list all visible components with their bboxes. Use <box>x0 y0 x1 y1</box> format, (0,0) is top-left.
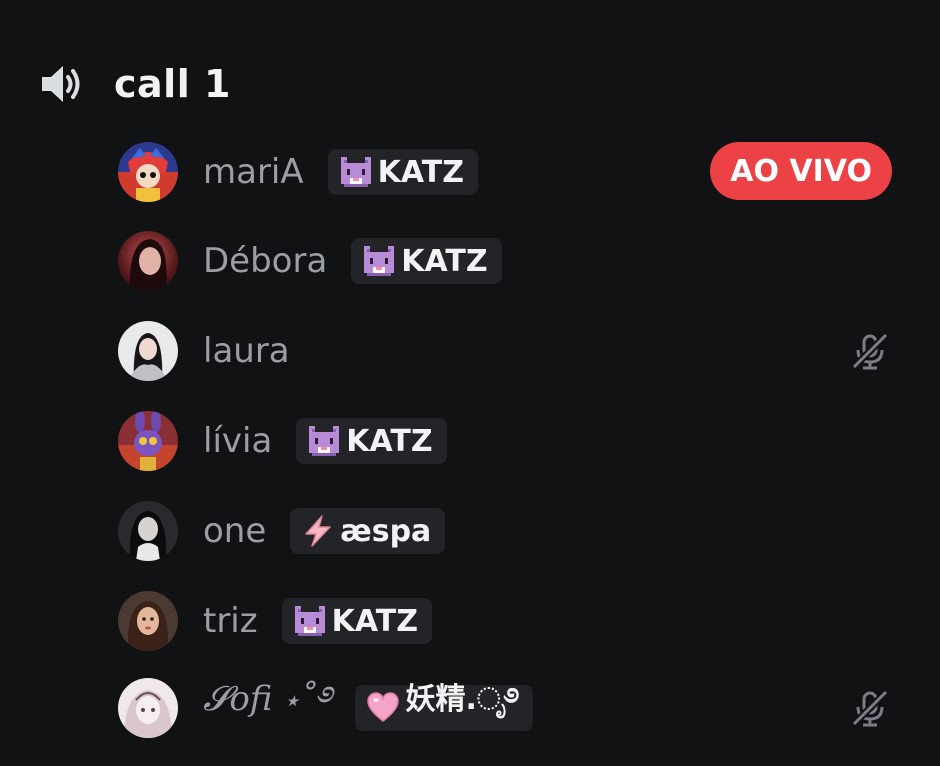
live-badge[interactable]: AO VIVO <box>710 142 892 200</box>
speaker-icon <box>38 60 86 108</box>
server-tag-label: KATZ <box>401 243 488 279</box>
server-tag[interactable]: KATZ <box>281 598 432 644</box>
server-tag-label: KATZ <box>377 154 464 190</box>
server-tag[interactable]: KATZ <box>327 149 478 195</box>
cat-icon <box>294 606 325 636</box>
avatar[interactable] <box>118 411 178 471</box>
voice-member[interactable]: laura <box>118 319 898 383</box>
voice-channel-panel: call 1 mariA KATZ AO VIVO Débora KATZ la… <box>0 0 940 766</box>
member-name: one <box>203 511 267 551</box>
server-tag-label: KATZ <box>331 603 418 639</box>
server-tag[interactable]: KATZ <box>296 418 447 464</box>
voice-member[interactable]: one æspa <box>118 499 898 563</box>
server-tag[interactable]: 妖精.ೃ࿔ <box>355 682 534 731</box>
voice-member[interactable]: triz KATZ <box>118 589 898 653</box>
member-name: Débora <box>203 241 328 281</box>
avatar[interactable] <box>118 591 178 651</box>
avatar[interactable] <box>118 142 178 202</box>
voice-member[interactable]: mariA KATZ AO VIVO <box>118 140 898 204</box>
member-name: lívia <box>203 421 273 461</box>
voice-member[interactable]: 𝓢ofi ⋆˚࿔ 妖精.ೃ࿔ <box>118 676 898 740</box>
pink-heart-icon <box>367 692 400 722</box>
server-tag-label: KATZ <box>346 423 433 459</box>
member-name: triz <box>203 601 258 641</box>
cat-icon <box>364 246 395 276</box>
voice-channel-header[interactable]: call 1 <box>38 58 231 110</box>
server-tag-label: æspa <box>340 513 432 549</box>
cat-icon <box>309 426 340 456</box>
member-name: mariA <box>203 152 304 192</box>
member-name: laura <box>203 331 290 371</box>
server-tag[interactable]: æspa <box>290 508 446 554</box>
channel-name: call 1 <box>114 62 231 106</box>
avatar[interactable] <box>118 231 178 291</box>
cat-icon <box>340 157 371 187</box>
voice-member[interactable]: Débora KATZ <box>118 229 898 293</box>
server-tag-label: 妖精.ೃ࿔ <box>405 682 520 717</box>
member-name: 𝓢ofi ⋆˚࿔ <box>203 679 332 719</box>
avatar[interactable] <box>118 501 178 561</box>
lightning-icon <box>305 515 332 547</box>
avatar[interactable] <box>118 678 178 738</box>
mic-muted-icon[interactable] <box>850 331 890 371</box>
mic-muted-icon[interactable] <box>850 688 890 728</box>
server-tag[interactable]: KATZ <box>351 238 502 284</box>
avatar[interactable] <box>118 321 178 381</box>
voice-member[interactable]: lívia KATZ <box>118 409 898 473</box>
